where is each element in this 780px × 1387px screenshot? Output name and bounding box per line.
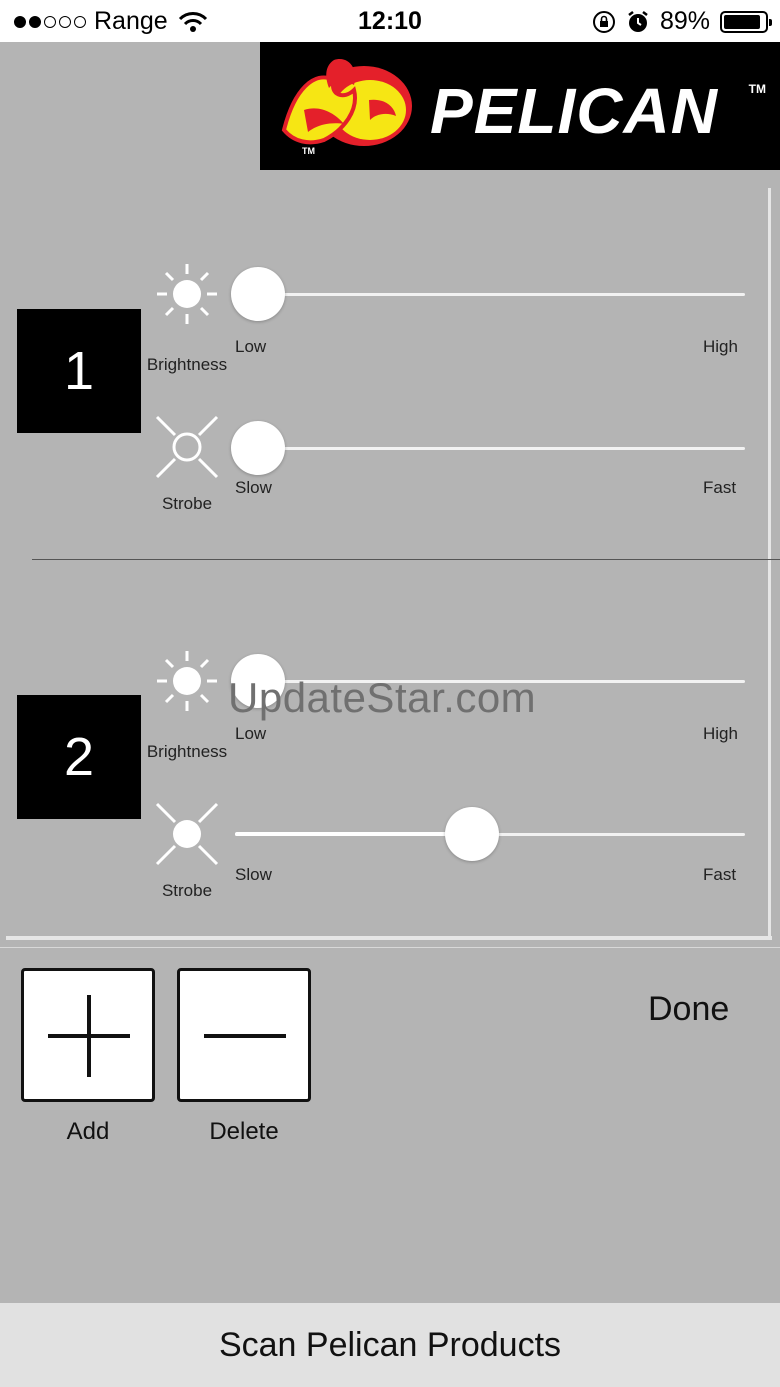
light-divider	[32, 559, 780, 560]
brightness-low-label: Low	[235, 337, 267, 356]
strobe-slider-thumb[interactable]	[231, 421, 285, 475]
add-label: Add	[66, 1118, 110, 1145]
brightness-high-label: High	[703, 337, 738, 356]
section-divider	[0, 947, 780, 948]
strobe-label: Strobe	[161, 494, 213, 513]
strobe-fast-label: Fast	[703, 478, 737, 497]
brightness-low-label: Low	[235, 724, 267, 743]
strobe-slow-label: Slow	[235, 865, 272, 884]
battery-icon	[720, 10, 772, 33]
brightness-icon	[157, 264, 217, 324]
strobe-slider-fill	[235, 832, 477, 836]
strobe-icon	[155, 415, 219, 479]
watermark: UpdateStar.com	[228, 674, 537, 721]
strobe-slow-label: Slow	[235, 478, 272, 497]
brightness-slider-track[interactable]	[235, 293, 745, 296]
brightness-label: Brightness	[146, 355, 228, 374]
minus-icon	[204, 1034, 286, 1038]
scroll-indicator[interactable]	[768, 188, 771, 940]
pelican-bird-icon	[281, 59, 412, 146]
brightness-label: Brightness	[146, 742, 228, 761]
plus-icon	[48, 995, 130, 1077]
brightness-icon	[157, 651, 217, 711]
strobe-fast-label: Fast	[703, 865, 737, 884]
strobe-slider-track[interactable]	[235, 447, 745, 450]
list-frame-bottom	[6, 936, 772, 940]
strobe-slider-thumb[interactable]	[445, 807, 500, 861]
battery-percent: 89%	[659, 7, 710, 35]
done-button[interactable]: Done	[648, 990, 729, 1029]
status-bar: Range 12:10 89%	[0, 0, 780, 42]
logo-wordmark: PELICAN	[430, 75, 718, 147]
brightness-slider-thumb[interactable]	[231, 267, 285, 321]
strobe-icon	[155, 802, 219, 866]
battery-fill	[724, 14, 760, 29]
rotation-lock-icon	[592, 10, 615, 33]
logo-tm: TM	[748, 82, 766, 96]
delete-label: Delete	[209, 1118, 279, 1145]
scan-products-button[interactable]: Scan Pelican Products	[0, 1303, 780, 1387]
delete-button[interactable]	[177, 968, 311, 1102]
pelican-logo: TM PELICAN TM	[260, 42, 780, 170]
logo-tm-small: TM	[302, 146, 315, 156]
add-button[interactable]	[21, 968, 155, 1102]
light-1-number[interactable]: 1	[17, 309, 141, 433]
brightness-high-label: High	[703, 724, 738, 743]
alarm-icon	[628, 10, 648, 32]
strobe-label: Strobe	[161, 881, 213, 900]
light-2-number[interactable]: 2	[17, 695, 141, 819]
status-right: 89%	[592, 7, 772, 36]
